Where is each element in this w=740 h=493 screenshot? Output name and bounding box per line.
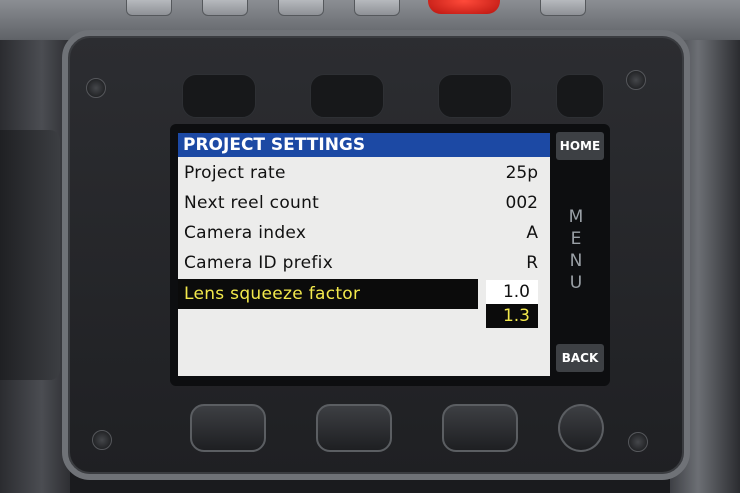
- row-label: Lens squeeze factor: [184, 284, 361, 304]
- menu-row-lens-squeeze-factor[interactable]: Lens squeeze factor: [178, 279, 478, 309]
- menu-vertical-label[interactable]: M E N U: [566, 206, 586, 294]
- menu-row-camera-index[interactable]: Camera index A: [178, 218, 550, 248]
- row-label: Next reel count: [184, 193, 320, 213]
- home-key[interactable]: HOME: [556, 132, 604, 160]
- top-soft-button-3[interactable]: [438, 74, 512, 118]
- top-control-button[interactable]: [354, 0, 400, 16]
- project-settings-menu: PROJECT SETTINGS Project rate 25p Next r…: [178, 133, 550, 376]
- menu-letter: N: [569, 251, 583, 271]
- back-key[interactable]: BACK: [556, 344, 604, 372]
- screw-icon: [628, 432, 648, 452]
- menu-row-camera-id-prefix[interactable]: Camera ID prefix R: [178, 248, 550, 278]
- row-value: A: [526, 223, 538, 243]
- menu-letter: M: [568, 207, 584, 227]
- option-value[interactable]: 1.3: [486, 304, 538, 328]
- record-button[interactable]: [428, 0, 500, 14]
- bottom-soft-button-4[interactable]: [558, 404, 604, 452]
- camera-side-grip: [0, 130, 60, 380]
- row-label: Camera ID prefix: [184, 253, 334, 273]
- top-control-button[interactable]: [126, 0, 172, 16]
- top-control-button[interactable]: [202, 0, 248, 16]
- bottom-soft-button-2[interactable]: [316, 404, 392, 452]
- screw-icon: [626, 70, 646, 90]
- row-value: 002: [505, 193, 538, 213]
- top-control-button[interactable]: [278, 0, 324, 16]
- row-label: Camera index: [184, 223, 307, 243]
- menu-letter: U: [569, 273, 583, 293]
- current-value-box[interactable]: 1.0: [486, 280, 538, 304]
- top-soft-button-4[interactable]: [556, 74, 604, 118]
- row-value: 25p: [505, 163, 538, 183]
- bottom-soft-button-3[interactable]: [442, 404, 518, 452]
- screw-icon: [92, 430, 112, 450]
- row-label: Project rate: [184, 163, 286, 183]
- bottom-soft-button-1[interactable]: [190, 404, 266, 452]
- top-soft-button-1[interactable]: [182, 74, 256, 118]
- menu-letter: E: [570, 229, 582, 249]
- top-soft-button-2[interactable]: [310, 74, 384, 118]
- top-control-button[interactable]: [540, 0, 586, 16]
- row-value: R: [526, 253, 538, 273]
- menu-title: PROJECT SETTINGS: [178, 133, 550, 157]
- menu-row-next-reel-count[interactable]: Next reel count 002: [178, 188, 550, 218]
- screw-icon: [86, 78, 106, 98]
- menu-row-project-rate[interactable]: Project rate 25p: [178, 158, 550, 188]
